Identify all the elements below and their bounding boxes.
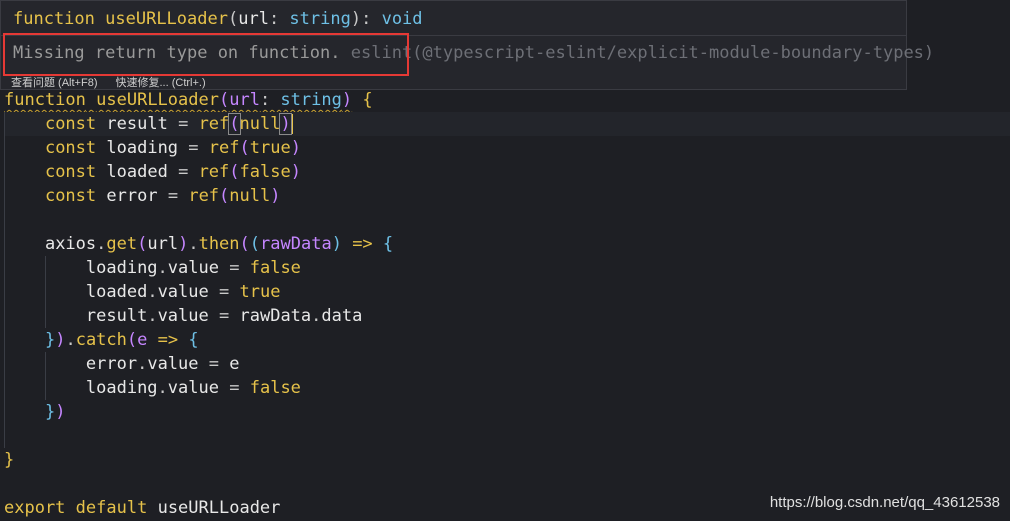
token-object: loading bbox=[85, 258, 158, 278]
code-line-12: error.value = e bbox=[4, 352, 1010, 376]
token-keyword: export bbox=[4, 498, 66, 518]
token-literal: false bbox=[249, 258, 301, 278]
sig-close-paren: ) bbox=[350, 9, 362, 29]
token-keyword: const bbox=[44, 114, 97, 134]
hover-signature: function useURLLoader(url: string): void bbox=[13, 7, 423, 31]
token-function-name: useURLLoader bbox=[96, 90, 219, 110]
token-keyword: const bbox=[44, 138, 97, 158]
token-property: value bbox=[167, 378, 219, 398]
token-literal: false bbox=[249, 378, 301, 398]
highlight-annotation-box bbox=[3, 33, 409, 76]
token-variable: url bbox=[147, 234, 179, 254]
sig-function-name: useURLLoader bbox=[105, 9, 228, 29]
token-keyword: function bbox=[4, 90, 86, 110]
token-function: ref bbox=[198, 162, 230, 182]
token-param: url bbox=[229, 90, 260, 110]
view-problem-link[interactable]: 查看问题 (Alt+F8) bbox=[11, 77, 97, 89]
token-function: ref bbox=[208, 138, 240, 158]
lint-squiggle[interactable]: function useURLLoader(url: string) bbox=[4, 90, 352, 110]
token-literal: false bbox=[239, 162, 291, 182]
token-variable: error bbox=[106, 186, 158, 206]
token-method: then bbox=[198, 234, 240, 254]
code-line-14: }) bbox=[4, 400, 1010, 424]
token-object: loading bbox=[85, 378, 158, 398]
token-param: e bbox=[137, 330, 148, 350]
token-property: value bbox=[157, 282, 209, 302]
token-function: ref bbox=[198, 114, 230, 134]
code-line-2: const result = ref(null) bbox=[4, 112, 1010, 136]
token-property: value bbox=[157, 306, 209, 326]
code-line-11: }).catch(e => { bbox=[4, 328, 1010, 352]
text-cursor bbox=[290, 114, 293, 134]
sig-param-type: string bbox=[289, 9, 351, 29]
token-object: rawData bbox=[239, 306, 312, 326]
token-param: rawData bbox=[260, 234, 332, 254]
token-object: error bbox=[85, 354, 138, 374]
token-object: axios bbox=[44, 234, 97, 254]
token-type: string bbox=[280, 90, 342, 110]
sig-open-paren: ( bbox=[227, 9, 239, 29]
token-literal: null bbox=[229, 186, 271, 206]
code-line-15 bbox=[4, 424, 1010, 448]
code-line-16: } bbox=[4, 450, 15, 470]
token-method: catch bbox=[75, 330, 127, 350]
token-identifier: useURLLoader bbox=[157, 498, 281, 518]
sig-colon: : bbox=[268, 9, 290, 29]
watermark: https://blog.csdn.net/qq_43612538 bbox=[769, 494, 1000, 511]
token-keyword: const bbox=[44, 162, 97, 182]
code-line-3: const loading = ref(true) bbox=[4, 136, 1010, 160]
hover-actions: 查看问题 (Alt+F8) 快速修复... (Ctrl+.) bbox=[11, 74, 224, 90]
token-function: ref bbox=[188, 186, 220, 206]
sig-param: url bbox=[238, 9, 269, 29]
code-line-6 bbox=[4, 208, 1010, 232]
token-keyword: default bbox=[75, 498, 148, 518]
code-line-7: axios.get(url).then((rawData) => { bbox=[4, 232, 1010, 256]
token-method: get bbox=[106, 234, 138, 254]
token-variable: result bbox=[106, 114, 168, 134]
token-literal: null bbox=[239, 114, 281, 134]
sig-return-type: void bbox=[381, 9, 423, 29]
code-line-8: loading.value = false bbox=[4, 256, 1010, 280]
code-line-4: const loaded = ref(false) bbox=[4, 160, 1010, 184]
token-literal: true bbox=[239, 282, 281, 302]
quick-fix-link[interactable]: 快速修复... (Ctrl+.) bbox=[115, 77, 205, 89]
sig-return-colon: : bbox=[361, 9, 382, 29]
token-property: value bbox=[167, 258, 219, 278]
code-editor[interactable]: function useURLLoader(url: string): void… bbox=[0, 0, 1010, 521]
token-variable: e bbox=[229, 354, 240, 374]
code-line-1: function useURLLoader(url: string) { bbox=[4, 90, 373, 110]
token-variable: loaded bbox=[106, 162, 168, 182]
lint-rule-source[interactable]: eslint(@typescript-eslint/explicit-modul… bbox=[351, 43, 934, 63]
code-line-13: loading.value = false bbox=[4, 376, 1010, 400]
token-keyword: const bbox=[44, 186, 97, 206]
code-line-5: const error = ref(null) bbox=[4, 184, 1010, 208]
sig-keyword: function bbox=[13, 9, 95, 29]
token-variable: loading bbox=[106, 138, 179, 158]
token-property: value bbox=[147, 354, 199, 374]
code-area[interactable]: function useURLLoader(url: string) { con… bbox=[4, 88, 1010, 520]
code-line-9: loaded.value = true bbox=[4, 280, 1010, 304]
token-object: result bbox=[85, 306, 148, 326]
code-line-10: result.value = rawData.data bbox=[4, 304, 1010, 328]
token-literal: true bbox=[249, 138, 291, 158]
token-object: loaded bbox=[85, 282, 148, 302]
token-property: data bbox=[321, 306, 363, 326]
